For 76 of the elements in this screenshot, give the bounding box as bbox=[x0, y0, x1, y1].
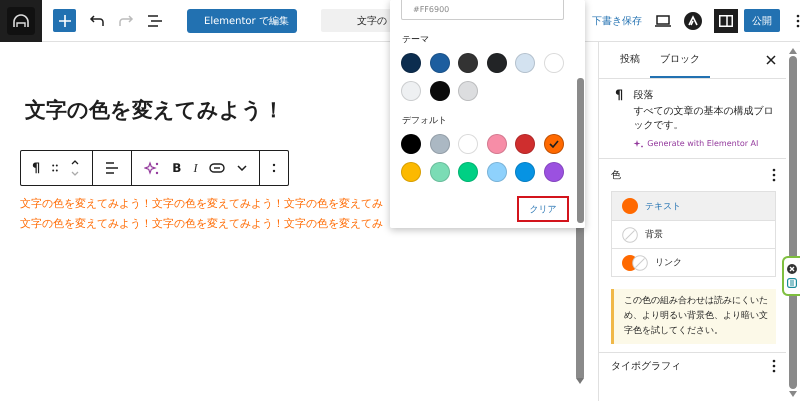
color-swatch[interactable] bbox=[458, 53, 478, 73]
color-swatch[interactable] bbox=[458, 134, 478, 154]
palette-label: デフォルト bbox=[402, 115, 448, 127]
panel-title: 色 bbox=[611, 169, 621, 182]
post-heading: 文字の色を変えてみよう！ bbox=[25, 96, 284, 124]
color-setting-item[interactable]: リンク bbox=[612, 248, 775, 276]
color-swatch[interactable] bbox=[486, 53, 506, 73]
block-description: すべての文章の基本の構成ブロックです。 bbox=[633, 105, 774, 133]
more-options-icon[interactable] bbox=[272, 163, 276, 173]
no-color-icon bbox=[632, 254, 648, 270]
align-icon[interactable] bbox=[105, 162, 120, 174]
color-swatch[interactable] bbox=[430, 81, 450, 101]
add-block-button[interactable] bbox=[53, 9, 76, 32]
color-swatch[interactable] bbox=[515, 53, 535, 73]
link-icon[interactable] bbox=[209, 163, 226, 173]
palette-label: テーマ bbox=[402, 34, 430, 46]
sidebar-tab[interactable]: 投稿 bbox=[610, 42, 650, 78]
more-options-icon[interactable] bbox=[772, 168, 776, 182]
color-swatch[interactable] bbox=[486, 134, 506, 154]
clear-button[interactable]: クリア bbox=[517, 196, 569, 222]
save-draft-link[interactable]: 下書き保存 bbox=[592, 14, 642, 28]
block-name: 段落 bbox=[633, 89, 654, 103]
color-swatch[interactable] bbox=[430, 53, 450, 73]
color-swatch[interactable] bbox=[401, 81, 421, 101]
more-options-icon[interactable] bbox=[772, 359, 776, 373]
ai-generate-link[interactable]: Generate with Elementor AI bbox=[647, 139, 758, 148]
document-title: 文字の bbox=[357, 14, 387, 28]
scroll-up-icon[interactable] bbox=[789, 48, 797, 54]
chevron-down-icon[interactable] bbox=[237, 165, 248, 171]
more-options-icon[interactable] bbox=[796, 14, 800, 28]
list-view-icon[interactable] bbox=[147, 14, 163, 26]
color-swatch[interactable] bbox=[544, 53, 564, 73]
color-swatch[interactable] bbox=[486, 162, 506, 182]
site-logo[interactable] bbox=[0, 0, 42, 42]
italic-button[interactable]: I bbox=[193, 162, 198, 174]
hex-input-field[interactable]: #FF6900 bbox=[401, 0, 564, 20]
color-setting-item[interactable]: テキスト bbox=[612, 192, 775, 220]
color-swatch[interactable] bbox=[401, 53, 421, 73]
sidebar-icon bbox=[719, 14, 733, 26]
drag-handle-icon[interactable] bbox=[52, 164, 58, 172]
elementor-edit-button[interactable]: Elementor で編集 bbox=[187, 8, 297, 32]
settings-toggle[interactable] bbox=[714, 8, 738, 32]
publish-button[interactable]: 公開 bbox=[744, 9, 780, 32]
color-swatch[interactable] bbox=[544, 134, 564, 154]
paragraph-icon: ¶ bbox=[615, 89, 624, 148]
close-icon[interactable] bbox=[787, 264, 797, 274]
color-swatch[interactable] bbox=[401, 162, 421, 182]
scroll-down-icon[interactable] bbox=[576, 378, 584, 384]
color-swatch[interactable] bbox=[458, 162, 478, 182]
color-swatch[interactable] bbox=[430, 134, 450, 154]
desktop-preview-icon[interactable] bbox=[655, 14, 671, 26]
panel-title: タイポグラフィ bbox=[611, 360, 681, 373]
logo-icon bbox=[7, 6, 35, 34]
sidebar-tab[interactable]: ブロック bbox=[650, 42, 710, 78]
color-setting-item[interactable]: 背景 bbox=[612, 220, 775, 248]
check-icon bbox=[548, 140, 558, 148]
plugin-icon[interactable] bbox=[684, 12, 702, 30]
close-icon[interactable] bbox=[766, 55, 776, 65]
paragraph-line: 文字の色を変えてみよう！文字の色を変えてみよう！文字の色を変えてみ bbox=[20, 196, 384, 212]
elementor-icon[interactable] bbox=[787, 278, 797, 288]
color-swatch[interactable] bbox=[430, 162, 450, 182]
color-swatch[interactable] bbox=[544, 162, 564, 182]
color-swatch[interactable] bbox=[401, 134, 421, 154]
no-color-icon bbox=[622, 226, 638, 242]
paragraph-icon[interactable]: ¶ bbox=[32, 162, 40, 174]
plus-icon bbox=[58, 14, 70, 26]
scroll-down-icon[interactable] bbox=[789, 391, 797, 397]
color-swatch[interactable] bbox=[458, 81, 478, 101]
color-swatch[interactable] bbox=[515, 162, 535, 182]
sparkle-icon[interactable] bbox=[144, 161, 160, 175]
paragraph-line: 文字の色を変えてみよう！文字の色を変えてみよう！文字の色を変えてみ bbox=[20, 216, 384, 232]
contrast-warning: この色の組み合わせは読みにくいため、より明るい背景色、より暗い文字色を試してください。 bbox=[611, 289, 776, 344]
sparkle-icon bbox=[633, 139, 644, 148]
color-swatch[interactable] bbox=[515, 134, 535, 154]
bold-button[interactable]: B bbox=[172, 162, 182, 174]
undo-icon[interactable] bbox=[89, 14, 105, 26]
